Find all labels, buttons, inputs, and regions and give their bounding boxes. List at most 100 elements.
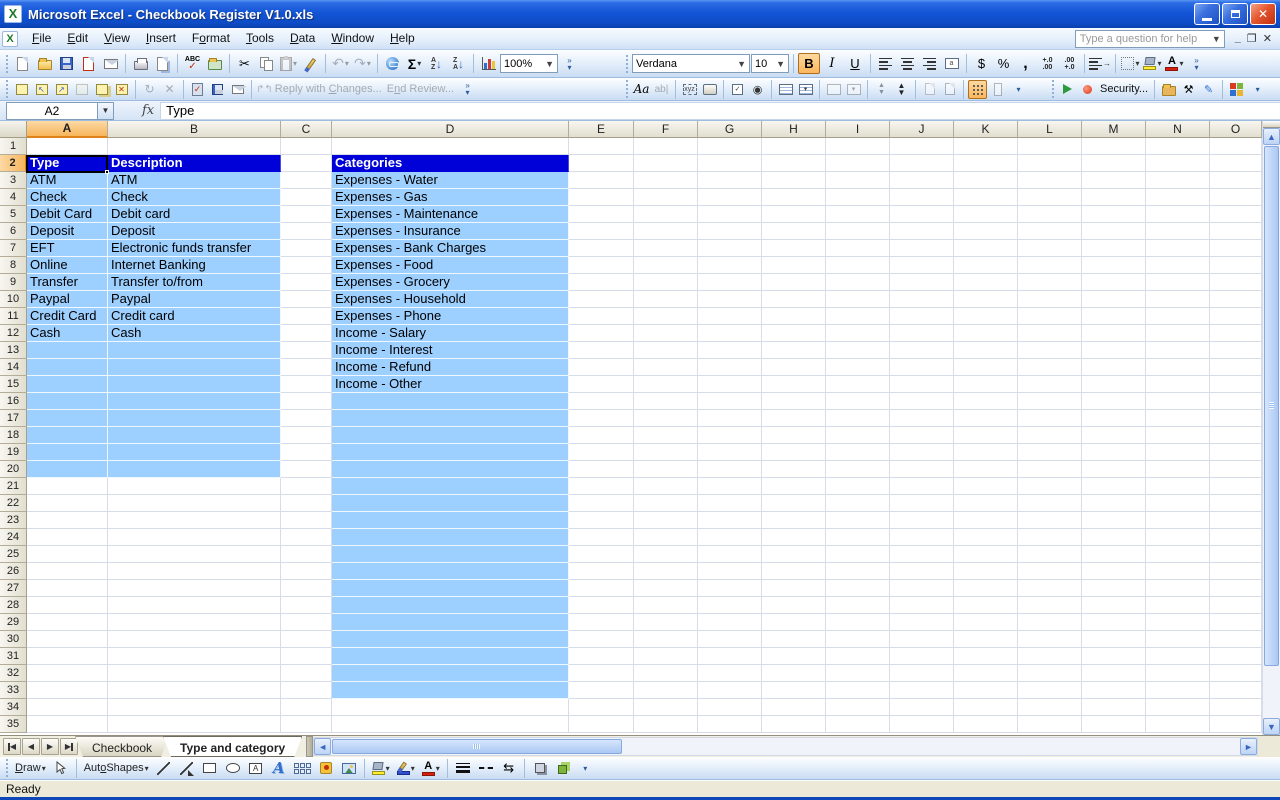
cell-I4[interactable] bbox=[826, 189, 890, 206]
cell-H14[interactable] bbox=[762, 359, 826, 376]
cell-A17[interactable] bbox=[27, 410, 108, 427]
cell-C35[interactable] bbox=[281, 716, 332, 733]
cell-E12[interactable] bbox=[569, 325, 634, 342]
cell-L13[interactable] bbox=[1018, 342, 1082, 359]
cell-F10[interactable] bbox=[634, 291, 698, 308]
cell-J10[interactable] bbox=[890, 291, 954, 308]
cell-I34[interactable] bbox=[826, 699, 890, 716]
row-header-30[interactable]: 30 bbox=[0, 631, 27, 648]
cell-N32[interactable] bbox=[1146, 665, 1210, 682]
cell-F9[interactable] bbox=[634, 274, 698, 291]
cell-C13[interactable] bbox=[281, 342, 332, 359]
cell-I27[interactable] bbox=[826, 580, 890, 597]
scrollbar-control-button[interactable]: ▲▼ bbox=[892, 80, 911, 99]
row-header-13[interactable]: 13 bbox=[0, 342, 27, 359]
cell-J21[interactable] bbox=[890, 478, 954, 495]
cell-F6[interactable] bbox=[634, 223, 698, 240]
combo-box-2-button[interactable]: ▾ bbox=[844, 80, 863, 99]
cell-F34[interactable] bbox=[634, 699, 698, 716]
cell-C30[interactable] bbox=[281, 631, 332, 648]
cell-J8[interactable] bbox=[890, 257, 954, 274]
cell-C4[interactable] bbox=[281, 189, 332, 206]
cell-G18[interactable] bbox=[698, 427, 762, 444]
spinner-button[interactable]: ▲▼ bbox=[872, 80, 891, 99]
cell-F33[interactable] bbox=[634, 682, 698, 699]
cell-L30[interactable] bbox=[1018, 631, 1082, 648]
toolbar-options-button[interactable]: »▾ bbox=[1186, 53, 1207, 74]
vertical-scroll-track[interactable] bbox=[1263, 667, 1280, 718]
cell-K21[interactable] bbox=[954, 478, 1018, 495]
cell-M34[interactable] bbox=[1082, 699, 1146, 716]
permission-button[interactable] bbox=[78, 53, 99, 74]
cell-B33[interactable] bbox=[108, 682, 281, 699]
row-header-18[interactable]: 18 bbox=[0, 427, 27, 444]
cell-H5[interactable] bbox=[762, 206, 826, 223]
cell-M26[interactable] bbox=[1082, 563, 1146, 580]
design-mode-button[interactable]: ✎ bbox=[1199, 80, 1218, 99]
cell-J2[interactable] bbox=[890, 155, 954, 172]
cell-B6[interactable]: Deposit bbox=[108, 223, 281, 240]
cell-K1[interactable] bbox=[954, 138, 1018, 155]
autoshapes-menu-button[interactable]: AutoShapes▾ bbox=[81, 758, 152, 778]
cell-L2[interactable] bbox=[1018, 155, 1082, 172]
cell-K3[interactable] bbox=[954, 172, 1018, 189]
cell-N27[interactable] bbox=[1146, 580, 1210, 597]
cell-G17[interactable] bbox=[698, 410, 762, 427]
row-header-29[interactable]: 29 bbox=[0, 614, 27, 631]
cell-F7[interactable] bbox=[634, 240, 698, 257]
cell-D16[interactable] bbox=[332, 393, 569, 410]
save-version-button[interactable] bbox=[208, 80, 227, 99]
cell-D13[interactable]: Income - Interest bbox=[332, 342, 569, 359]
open-button[interactable] bbox=[34, 53, 55, 74]
cell-F32[interactable] bbox=[634, 665, 698, 682]
cell-E34[interactable] bbox=[569, 699, 634, 716]
cell-L21[interactable] bbox=[1018, 478, 1082, 495]
cell-H21[interactable] bbox=[762, 478, 826, 495]
line-color-button[interactable]: ▾ bbox=[394, 758, 418, 778]
cell-A10[interactable]: Paypal bbox=[27, 291, 108, 308]
cell-B18[interactable] bbox=[108, 427, 281, 444]
cell-F23[interactable] bbox=[634, 512, 698, 529]
cell-A18[interactable] bbox=[27, 427, 108, 444]
cell-N15[interactable] bbox=[1146, 376, 1210, 393]
cell-L19[interactable] bbox=[1018, 444, 1082, 461]
cell-H32[interactable] bbox=[762, 665, 826, 682]
cell-F25[interactable] bbox=[634, 546, 698, 563]
cell-M1[interactable] bbox=[1082, 138, 1146, 155]
cell-N16[interactable] bbox=[1146, 393, 1210, 410]
cell-M16[interactable] bbox=[1082, 393, 1146, 410]
vertical-scroll-thumb[interactable] bbox=[1264, 146, 1279, 666]
cell-L4[interactable] bbox=[1018, 189, 1082, 206]
cell-I31[interactable] bbox=[826, 648, 890, 665]
cell-N5[interactable] bbox=[1146, 206, 1210, 223]
cell-J1[interactable] bbox=[890, 138, 954, 155]
minimize-button[interactable] bbox=[1194, 3, 1220, 25]
cell-G21[interactable] bbox=[698, 478, 762, 495]
cell-D19[interactable] bbox=[332, 444, 569, 461]
toolbar-options-button[interactable]: ▾ bbox=[1008, 79, 1029, 100]
show-comment-button[interactable] bbox=[72, 80, 91, 99]
cell-F27[interactable] bbox=[634, 580, 698, 597]
cell-I1[interactable] bbox=[826, 138, 890, 155]
underline-button[interactable]: U bbox=[844, 53, 866, 74]
cell-H15[interactable] bbox=[762, 376, 826, 393]
cell-H6[interactable] bbox=[762, 223, 826, 240]
cell-O31[interactable] bbox=[1210, 648, 1262, 665]
cell-J30[interactable] bbox=[890, 631, 954, 648]
cell-H25[interactable] bbox=[762, 546, 826, 563]
cell-J29[interactable] bbox=[890, 614, 954, 631]
cell-C27[interactable] bbox=[281, 580, 332, 597]
cell-G26[interactable] bbox=[698, 563, 762, 580]
cell-C34[interactable] bbox=[281, 699, 332, 716]
cell-L16[interactable] bbox=[1018, 393, 1082, 410]
cell-B19[interactable] bbox=[108, 444, 281, 461]
scroll-down-button[interactable]: ▼ bbox=[1263, 718, 1280, 735]
decrease-decimal-button[interactable]: .00+.0 bbox=[1059, 53, 1080, 74]
cell-O28[interactable] bbox=[1210, 597, 1262, 614]
cell-E19[interactable] bbox=[569, 444, 634, 461]
cell-N26[interactable] bbox=[1146, 563, 1210, 580]
cell-D21[interactable] bbox=[332, 478, 569, 495]
cell-H9[interactable] bbox=[762, 274, 826, 291]
cell-I29[interactable] bbox=[826, 614, 890, 631]
cell-K4[interactable] bbox=[954, 189, 1018, 206]
